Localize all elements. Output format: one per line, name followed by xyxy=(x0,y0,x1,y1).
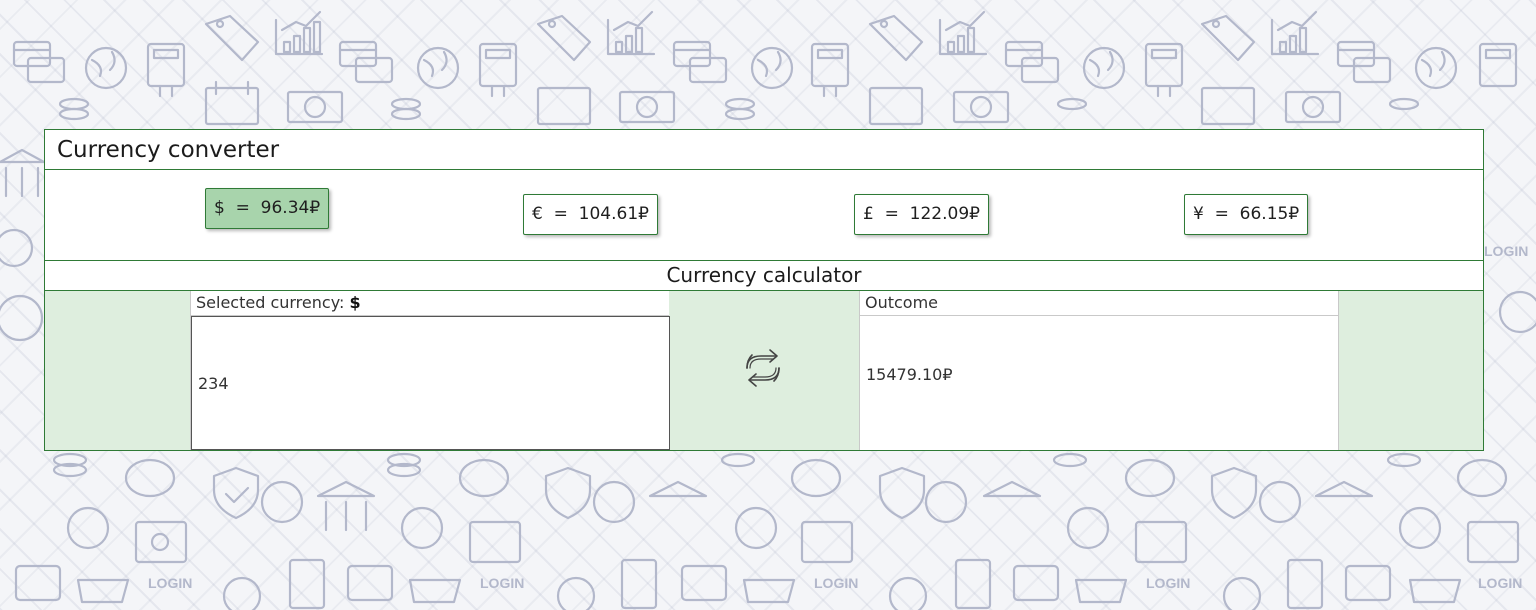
shield-check-icon xyxy=(212,466,1258,520)
coin-stack-icon xyxy=(58,97,1420,121)
amount-input[interactable] xyxy=(191,316,670,450)
output-column: Outcome 15479.10₽ xyxy=(859,291,1339,450)
rate-chip-jpy[interactable]: ¥ = 66.15₽ xyxy=(1184,194,1309,235)
svg-text:LOGIN: LOGIN xyxy=(480,575,524,591)
price-tag-icon xyxy=(204,14,260,62)
price-tag-icon xyxy=(868,14,924,62)
bar-chart-icon xyxy=(938,10,988,56)
credit-card-icon xyxy=(338,40,394,84)
calculator-icon xyxy=(810,42,850,98)
credit-card-icon xyxy=(1336,40,1392,84)
calculator-icon xyxy=(478,42,518,98)
calculator-icon xyxy=(1478,42,1518,88)
price-tag-icon xyxy=(1200,14,1256,62)
globe-icon xyxy=(84,46,128,90)
calculator-title: Currency calculator xyxy=(45,261,1483,291)
wallet-icon xyxy=(14,564,1392,602)
selected-currency-label: Selected currency: $ xyxy=(191,291,669,316)
bank-icon xyxy=(0,148,46,198)
svg-text:LOGIN: LOGIN xyxy=(814,575,858,591)
rate-chip-usd[interactable]: $ = 96.34₽ xyxy=(205,188,330,229)
rate-chip-eur[interactable]: € = 104.61₽ xyxy=(523,194,658,235)
piggy-bank-icon xyxy=(124,458,1508,498)
banknote-icon xyxy=(286,90,1342,124)
bar-chart-icon xyxy=(606,10,656,56)
safe-icon xyxy=(134,520,1520,564)
outcome-value: 15479.10₽ xyxy=(866,365,953,384)
dollar-circle-icon xyxy=(0,228,44,342)
credit-card-icon xyxy=(672,40,728,84)
price-tag-icon xyxy=(536,14,592,62)
globe-icon xyxy=(1082,46,1126,90)
svg-text:LOGIN: LOGIN xyxy=(1484,243,1528,259)
selected-currency-symbol: $ xyxy=(349,293,361,312)
network-icon xyxy=(260,480,1302,524)
svg-text:LOGIN: LOGIN xyxy=(1146,575,1190,591)
swap-button[interactable] xyxy=(741,346,785,390)
credit-card-icon xyxy=(1004,40,1060,84)
svg-text:LOGIN: LOGIN xyxy=(1478,575,1522,591)
bar-chart-icon xyxy=(274,10,324,56)
calculator-row: Selected currency: $ Outcome 15479.10₽ xyxy=(45,291,1483,450)
calculator-icon xyxy=(1144,42,1184,98)
calculator-icon xyxy=(146,42,186,98)
rate-chip-gbp[interactable]: £ = 122.09₽ xyxy=(854,194,989,235)
credit-card-icon xyxy=(12,40,66,84)
bar-chart-icon xyxy=(1270,10,1320,56)
outcome-label: Outcome xyxy=(860,291,1338,316)
login-text: LOGIN xyxy=(148,575,192,591)
bank-icon xyxy=(316,480,1374,532)
input-column: Selected currency: $ xyxy=(190,291,670,450)
coin-stack-icon xyxy=(52,452,1422,478)
percent-icon xyxy=(66,506,1442,550)
checklist-icon xyxy=(288,558,1324,610)
converter-panel: Currency converter $ = 96.34₽ € = 104.61… xyxy=(44,129,1484,451)
calendar-icon xyxy=(204,80,1256,126)
globe-icon xyxy=(1414,46,1458,90)
swap-arrows-icon xyxy=(746,349,780,387)
clock-icon xyxy=(222,576,1262,610)
globe-icon xyxy=(1498,290,1536,334)
globe-icon xyxy=(750,46,794,90)
globe-icon xyxy=(416,46,460,90)
page-title: Currency converter xyxy=(45,130,1483,170)
selected-currency-caption: Selected currency: xyxy=(196,293,345,312)
rates-bar: $ = 96.34₽ € = 104.61₽ £ = 122.09₽ ¥ = 6… xyxy=(45,170,1483,261)
cart-icon xyxy=(76,578,1462,604)
